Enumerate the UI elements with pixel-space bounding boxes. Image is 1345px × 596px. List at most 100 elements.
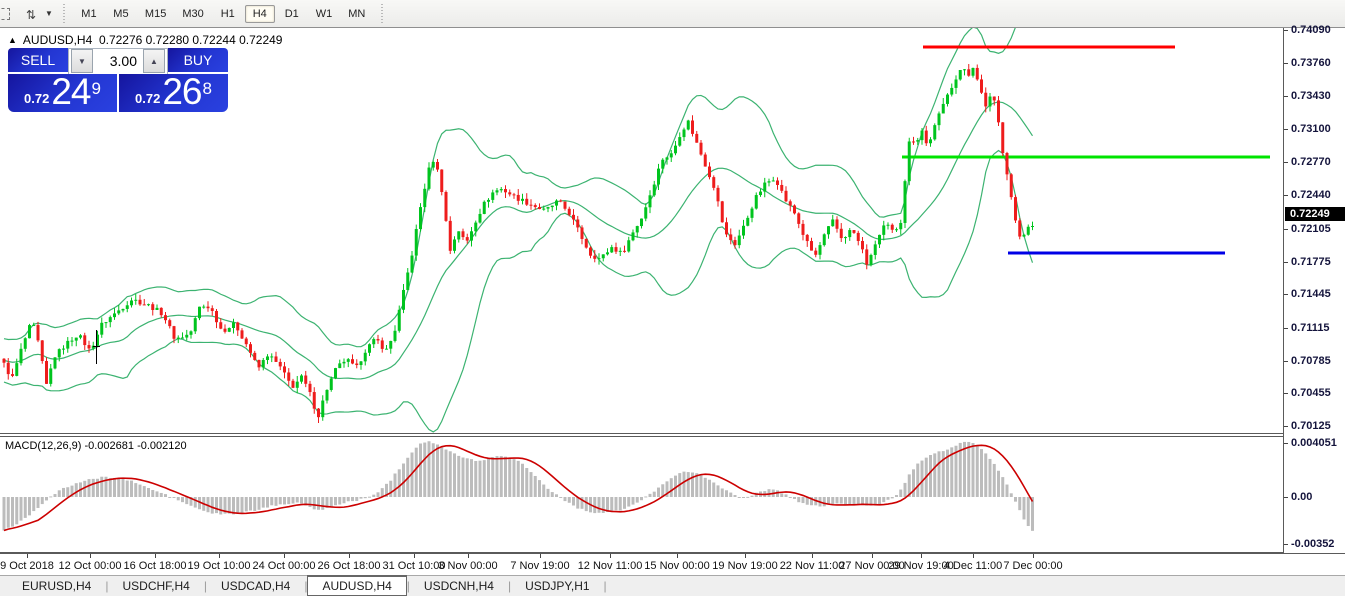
time-axis[interactable]: 9 Oct 201812 Oct 00:0016 Oct 18:0019 Oct… — [0, 553, 1345, 575]
price-tick — [1284, 262, 1288, 263]
timeframe-button-m1[interactable]: M1 — [74, 5, 104, 23]
ask-price-prefix: 0.72 — [135, 89, 160, 109]
time-tick — [468, 554, 469, 558]
chart-title: AUDUSD,H4 0.72276 0.72280 0.72244 0.7224… — [23, 33, 283, 47]
price-axis-label: 0.73760 — [1291, 57, 1331, 69]
chart-tab-audusd-h4[interactable]: AUDUSD,H4 — [307, 575, 406, 596]
timeframe-button-m5[interactable]: M5 — [106, 5, 136, 23]
time-axis-label: 12 Nov 11:00 — [578, 560, 643, 572]
timeframe-button-m15[interactable]: M15 — [138, 5, 173, 23]
chart-tab-eurusd-h4[interactable]: EURUSD,H4 — [8, 576, 105, 596]
chart-tab-bar: EURUSD,H4|USDCHF,H4|USDCAD,H4|AUDUSD,H4|… — [0, 575, 1345, 596]
time-axis-label: 4 Dec 11:00 — [944, 560, 1003, 572]
time-tick — [414, 554, 415, 558]
time-axis-label: 26 Oct 18:00 — [318, 560, 381, 572]
price-tick — [1284, 426, 1288, 427]
time-tick — [610, 554, 611, 558]
price-tick — [1284, 63, 1288, 64]
price-axis-label: 0.70785 — [1291, 355, 1331, 367]
price-axis-label: 0.70125 — [1291, 420, 1331, 432]
volume-down-button[interactable]: ▼ — [71, 49, 93, 73]
price-axis-label: 0.70455 — [1291, 387, 1331, 399]
price-axis-label: 0.72770 — [1291, 156, 1331, 168]
bid-price-pip: 9 — [92, 74, 101, 104]
toolbar-separator — [379, 4, 384, 24]
collapse-triangle-icon[interactable]: ▲ — [8, 35, 17, 45]
time-axis-label: 3 Nov 00:00 — [438, 560, 497, 572]
ask-price-button[interactable]: 0.72 26 8 — [119, 74, 228, 112]
price-tick — [1284, 30, 1288, 31]
macd-axis-label: 0.00 — [1291, 491, 1312, 503]
timeframe-button-h1[interactable]: H1 — [213, 5, 243, 23]
time-axis-label: 22 Nov 11:00 — [780, 560, 845, 572]
macd-axis-label: -0.00352 — [1291, 538, 1334, 550]
time-axis-label: 15 Nov 00:00 — [644, 560, 709, 572]
price-axis[interactable]: 0.740900.737600.734300.731000.727700.724… — [1283, 28, 1345, 553]
chart-header: ▲ AUDUSD,H4 0.72276 0.72280 0.72244 0.72… — [8, 33, 282, 47]
macd-axis-tick — [1284, 497, 1288, 498]
time-axis-label: 7 Dec 00:00 — [1003, 560, 1062, 572]
new-order-icon[interactable]: ⇅ — [26, 6, 44, 22]
timeframe-button-w1[interactable]: W1 — [309, 5, 340, 23]
price-tick — [1284, 393, 1288, 394]
time-tick — [812, 554, 813, 558]
time-tick — [284, 554, 285, 558]
toolbar-separator — [62, 4, 67, 24]
crosshair-cursor — [96, 330, 97, 364]
chart-tab-usdcad-h4[interactable]: USDCAD,H4 — [207, 576, 304, 596]
price-tick — [1284, 294, 1288, 295]
time-tick — [540, 554, 541, 558]
price-tick — [1284, 129, 1288, 130]
time-tick — [973, 554, 974, 558]
chart-tab-usdchf-h4[interactable]: USDCHF,H4 — [108, 576, 203, 596]
time-tick — [745, 554, 746, 558]
chart-window: 0.740900.737600.734300.731000.727700.724… — [0, 28, 1345, 575]
time-tick — [90, 554, 91, 558]
macd-axis-tick — [1284, 443, 1288, 444]
selection-box-icon[interactable] — [4, 6, 22, 22]
volume-up-button[interactable]: ▲ — [143, 49, 165, 73]
time-tick — [921, 554, 922, 558]
ask-price-pip: 8 — [203, 74, 212, 104]
price-axis-label: 0.72440 — [1291, 189, 1331, 201]
timeframe-button-m30[interactable]: M30 — [175, 5, 210, 23]
time-axis-label: 24 Oct 00:00 — [253, 560, 316, 572]
time-tick — [872, 554, 873, 558]
dropdown-caret-icon[interactable]: ▼ — [45, 9, 53, 18]
terminal-window: ⇅ ▼ M1M5M15M30H1H4D1W1MN 0.740900.737600… — [0, 0, 1345, 596]
price-axis-label: 0.72105 — [1291, 223, 1331, 235]
time-axis-label: 16 Oct 18:00 — [124, 560, 187, 572]
bid-price-button[interactable]: 0.72 24 9 — [8, 74, 117, 112]
toolbar: ⇅ ▼ M1M5M15M30H1H4D1W1MN — [0, 0, 1345, 28]
time-tick — [27, 554, 28, 558]
price-tick — [1284, 96, 1288, 97]
price-tick — [1284, 229, 1288, 230]
macd-axis-tick — [1284, 544, 1288, 545]
time-axis-label: 31 Oct 10:00 — [383, 560, 446, 572]
macd-axis-label: 0.004051 — [1291, 437, 1337, 449]
price-axis-label: 0.71445 — [1291, 288, 1331, 300]
time-axis-label: 12 Oct 00:00 — [59, 560, 122, 572]
time-axis-label: 19 Nov 19:00 — [712, 560, 777, 572]
macd-chart[interactable] — [0, 437, 1283, 552]
price-axis-label: 0.71115 — [1291, 322, 1330, 334]
time-tick — [1033, 554, 1034, 558]
price-tick — [1284, 328, 1288, 329]
time-tick — [155, 554, 156, 558]
chart-tab-usdjpy-h1[interactable]: USDJPY,H1 — [511, 576, 603, 596]
time-axis-label: 19 Oct 10:00 — [188, 560, 251, 572]
price-tick — [1284, 162, 1288, 163]
timeframe-button-mn[interactable]: MN — [341, 5, 372, 23]
time-tick — [219, 554, 220, 558]
bid-price-prefix: 0.72 — [24, 89, 49, 109]
time-axis-label: 7 Nov 19:00 — [510, 560, 569, 572]
price-axis-label: 0.74090 — [1291, 24, 1331, 36]
time-tick — [677, 554, 678, 558]
timeframe-button-h4[interactable]: H4 — [245, 5, 275, 23]
chart-tab-usdcnh-h4[interactable]: USDCNH,H4 — [410, 576, 508, 596]
macd-indicator-label: MACD(12,26,9) -0.002681 -0.002120 — [5, 440, 187, 452]
tab-separator: | — [604, 576, 607, 596]
one-click-trading-panel: SELL ▼ ▲ BUY 0.72 24 9 0.72 26 8 — [8, 48, 228, 112]
volume-input[interactable] — [93, 49, 143, 73]
timeframe-button-d1[interactable]: D1 — [277, 5, 307, 23]
